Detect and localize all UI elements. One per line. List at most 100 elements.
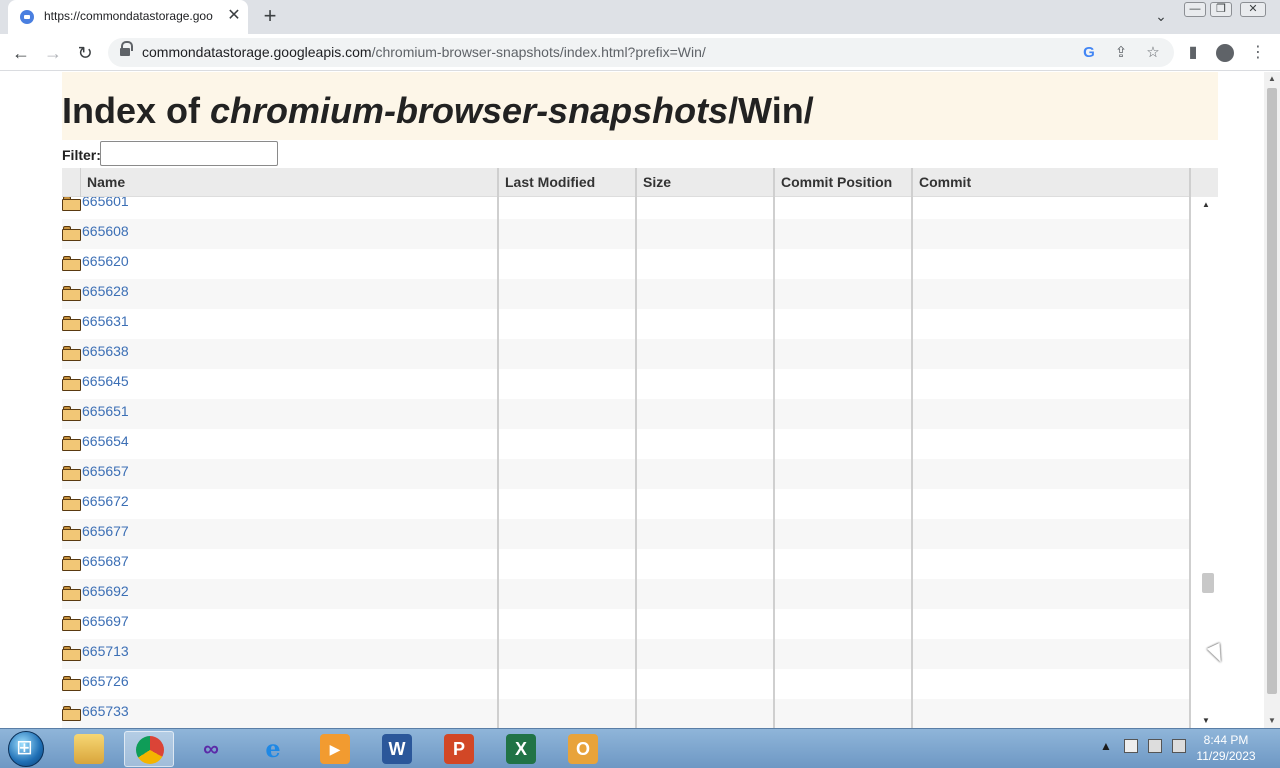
restore-button[interactable]: ❐: [1210, 2, 1232, 17]
grid-scroll-up-icon[interactable]: ▲: [1202, 200, 1210, 209]
folder-icon: [62, 526, 81, 541]
bookmark-star-icon[interactable]: ☆: [1142, 42, 1164, 64]
clock-time: 8:44 PM: [1203, 733, 1249, 747]
folder-link[interactable]: 665697: [82, 613, 129, 629]
close-tab-icon[interactable]: ✕: [224, 6, 244, 26]
page-scroll-down-icon[interactable]: ▼: [1264, 714, 1280, 728]
taskbar-visual-studio[interactable]: ∞: [186, 731, 236, 767]
folder-link[interactable]: 665645: [82, 373, 129, 389]
folder-link[interactable]: 665726: [82, 673, 129, 689]
page-scrollbar[interactable]: ▲ ▼: [1264, 72, 1280, 728]
column-divider: [635, 168, 637, 728]
url-text[interactable]: commondatastorage.googleapis.com/chromiu…: [142, 44, 706, 60]
start-button[interactable]: [8, 731, 44, 767]
table-row: 665697: [62, 609, 1190, 639]
folder-link[interactable]: 665687: [82, 553, 129, 569]
folder-link[interactable]: 665672: [82, 493, 129, 509]
column-header-commit[interactable]: Commit: [912, 168, 1190, 197]
column-header-name[interactable]: Name: [80, 168, 498, 197]
share-icon[interactable]: ⇪: [1110, 42, 1132, 64]
side-panel-icon[interactable]: ▮: [1180, 40, 1206, 66]
reload-button[interactable]: ↻: [72, 40, 98, 66]
browser-toolbar: ← → ↻ commondatastorage.googleapis.com/c…: [0, 34, 1280, 71]
folder-icon: [62, 646, 81, 661]
folder-icon: [62, 436, 81, 451]
close-window-button[interactable]: ✕: [1240, 2, 1266, 17]
page-favicon-icon: [20, 10, 34, 24]
taskbar-word[interactable]: W: [372, 731, 422, 767]
folder-link[interactable]: 665638: [82, 343, 129, 359]
profile-avatar-icon[interactable]: [1216, 44, 1234, 62]
folder-link[interactable]: 665620: [82, 253, 129, 269]
folder-link[interactable]: 665651: [82, 403, 129, 419]
column-header-last-modified[interactable]: Last Modified: [498, 168, 636, 197]
page-scroll-up-icon[interactable]: ▲: [1264, 72, 1280, 86]
volume-muted-icon[interactable]: [1172, 739, 1186, 753]
page-title: Index of chromium-browser-snapshots/Win/: [62, 90, 814, 131]
table-row: 665726: [62, 669, 1190, 699]
folder-link[interactable]: 665654: [82, 433, 129, 449]
folder-icon: [62, 406, 81, 421]
table-row: 665687: [62, 549, 1190, 579]
folder-link[interactable]: 665601: [82, 197, 129, 209]
folder-icon: [62, 226, 81, 241]
table-row: 665692: [62, 579, 1190, 609]
address-bar[interactable]: commondatastorage.googleapis.com/chromiu…: [108, 38, 1174, 67]
minimize-button[interactable]: —: [1184, 2, 1206, 17]
folder-link[interactable]: 665628: [82, 283, 129, 299]
tab-strip: https://commondatastorage.goo ✕ + ⌄ — ❐ …: [0, 0, 1280, 34]
folder-link[interactable]: 665657: [82, 463, 129, 479]
taskbar-powerpoint[interactable]: P: [434, 731, 484, 767]
column-header-commit-position[interactable]: Commit Position: [774, 168, 912, 197]
forward-button[interactable]: →: [40, 40, 66, 66]
page-content: Index of chromium-browser-snapshots/Win/…: [0, 72, 1264, 728]
network-icon[interactable]: [1148, 739, 1162, 753]
folder-icon: [62, 466, 81, 481]
internet-explorer-icon: e: [265, 734, 281, 763]
folder-icon: [62, 256, 81, 271]
table-row: 665651: [62, 399, 1190, 429]
lock-icon[interactable]: [120, 41, 133, 57]
folder-icon: [62, 316, 81, 331]
folder-link[interactable]: 665713: [82, 643, 129, 659]
folder-icon: [62, 286, 81, 301]
system-clock[interactable]: 8:44 PM 11/29/2023: [1196, 732, 1256, 764]
filter-input[interactable]: [100, 141, 278, 166]
browser-tab[interactable]: https://commondatastorage.goo ✕: [8, 0, 248, 34]
tab-title: https://commondatastorage.goo: [44, 9, 213, 23]
folder-icon: [62, 586, 81, 601]
clock-date: 11/29/2023: [1196, 749, 1256, 763]
folder-link[interactable]: 665733: [82, 703, 129, 719]
column-header-size[interactable]: Size: [636, 168, 774, 197]
tab-search-chevron-icon[interactable]: ⌄: [1150, 6, 1172, 26]
folder-icon: [62, 376, 81, 391]
grid-scroll-down-icon[interactable]: ▼: [1202, 716, 1210, 725]
back-button[interactable]: ←: [8, 40, 34, 66]
folder-link[interactable]: 665677: [82, 523, 129, 539]
taskbar-explorer[interactable]: [64, 731, 114, 767]
menu-kebab-icon[interactable]: ⋮: [1245, 40, 1271, 66]
infinity-icon: ∞: [203, 736, 219, 761]
taskbar-internet-explorer[interactable]: e: [248, 731, 298, 767]
word-icon: W: [382, 734, 412, 764]
grid-header: Name Last Modified Size Commit Position …: [62, 168, 1190, 197]
windows-taskbar: ∞ e ▶ W P X O ▲ 8:44 PM 11/29/2023: [0, 728, 1280, 768]
table-row: 665677: [62, 519, 1190, 549]
page-scroll-thumb[interactable]: [1267, 88, 1277, 694]
show-hidden-icons-arrow-icon[interactable]: ▲: [1100, 739, 1112, 753]
taskbar-excel[interactable]: X: [496, 731, 546, 767]
action-center-flag-icon[interactable]: [1124, 739, 1138, 753]
folder-link[interactable]: 665631: [82, 313, 129, 329]
folder-link[interactable]: 665608: [82, 223, 129, 239]
grid-scroll-thumb[interactable]: [1202, 573, 1214, 593]
taskbar-outlook[interactable]: O: [558, 731, 608, 767]
new-tab-button[interactable]: +: [258, 5, 282, 29]
google-lens-icon[interactable]: G: [1078, 42, 1100, 64]
table-row: 665645: [62, 369, 1190, 399]
taskbar-chrome[interactable]: [124, 731, 174, 767]
table-row: 665657: [62, 459, 1190, 489]
taskbar-media-player[interactable]: ▶: [310, 731, 360, 767]
outlook-icon: O: [568, 734, 598, 764]
column-divider: [773, 168, 775, 728]
folder-link[interactable]: 665692: [82, 583, 129, 599]
